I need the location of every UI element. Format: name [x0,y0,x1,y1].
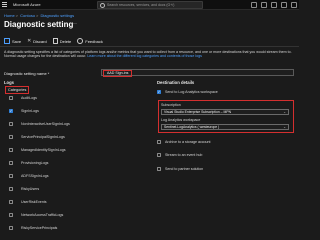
checkbox[interactable] [157,140,161,144]
checkbox[interactable] [9,122,13,126]
log-category-item[interactable]: AuditLogs [9,95,37,101]
delete-button[interactable]: Delete [52,38,72,44]
checkbox[interactable] [157,167,161,171]
checkbox[interactable] [9,174,13,178]
setting-name-label: Diagnostic setting name * [4,71,50,76]
subscription-value: Visual Studio Enterprise Subscription – … [164,110,232,114]
log-category-label: ServicePrincipalSignInLogs [21,135,65,139]
checkbox[interactable] [9,96,13,100]
log-category-label: NonInteractiveUserSignInLogs [21,122,70,126]
categories-heading: Categories [5,86,30,94]
checkbox[interactable] [9,161,13,165]
checkbox[interactable] [9,213,13,217]
feedback-button[interactable]: Feedback [77,38,103,44]
checkbox[interactable] [9,187,13,191]
global-search-input[interactable]: Search resources, services, and docs (G+… [97,1,203,9]
log-category-label: RiskyServicePrincipals [21,226,58,230]
feedback-icon [77,38,84,44]
command-bar: Save ✕ Discard Delete Feedback [4,38,103,44]
delete-label: Delete [59,38,72,44]
notifications-icon[interactable] [261,2,267,8]
save-button[interactable]: Save [4,38,21,44]
page-title: Diagnostic setting [4,20,74,29]
workspace-label: Log Analytics workspace [161,118,201,122]
setting-name-value: AAD Sign-ins [103,70,133,77]
more-options-icon[interactable]: ··· [71,21,77,27]
account-icon[interactable] [291,2,297,8]
help-icon[interactable] [281,2,287,8]
feedback-label: Feedback [85,38,103,44]
log-category-label: ADFSSignInLogs [21,174,49,178]
discard-label: Discard [33,38,47,44]
log-category-item[interactable]: NetworkAccessTrafficLogs [9,212,63,218]
subscription-dropdown[interactable]: Visual Studio Enterprise Subscription – … [161,109,289,115]
setting-name-input[interactable]: AAD Sign-ins [101,69,294,77]
checkbox[interactable] [9,226,13,230]
send-to-log-analytics-option[interactable]: Send to Log Analytics workspace [157,89,218,95]
checkbox[interactable] [9,135,13,139]
top-bar: Microsoft Azure Search resources, servic… [0,0,299,10]
menu-icon[interactable] [2,0,10,9]
log-category-label: AuditLogs [21,96,37,100]
discard-button[interactable]: ✕ Discard [27,39,47,44]
chevron-down-icon: ⌄ [283,125,286,129]
log-category-item[interactable]: NonInteractiveUserSignInLogs [9,121,70,127]
log-category-label: ManagedIdentitySignInLogs [21,148,66,152]
log-category-item[interactable]: RiskyServicePrincipals [9,225,57,231]
log-category-item[interactable]: SignInLogs [9,108,39,114]
checkbox[interactable] [9,148,13,152]
stream-to-event-hub-option[interactable]: Stream to an event hub [157,152,202,158]
log-category-label: UserRiskEvents [21,200,47,204]
search-icon [100,2,105,8]
checkbox[interactable] [9,200,13,204]
log-category-item[interactable]: ServicePrincipalSignInLogs [9,134,65,140]
brand-name[interactable]: Microsoft Azure [13,2,41,7]
save-icon [4,38,10,44]
search-placeholder: Search resources, services, and docs (G+… [107,3,175,7]
log-category-label: ProvisioningLogs [21,161,49,165]
workspace-dropdown[interactable]: Sentinel-LogAnalytics ( westeurope ) ⌄ [161,124,289,130]
subscription-label: Subscription [161,103,181,107]
log-category-label: NetworkAccessTrafficLogs [21,213,64,217]
settings-icon[interactable] [271,2,277,8]
checkbox[interactable] [9,109,13,113]
logs-heading: Logs [4,80,15,85]
breadcrumb-diagnostic-settings[interactable]: Diagnostic settings [41,13,75,18]
breadcrumb-contoso[interactable]: Contoso [20,13,35,18]
log-category-item[interactable]: RiskyUsers [9,186,39,192]
checkbox[interactable] [157,153,161,157]
checkbox[interactable] [157,90,161,94]
toolbar-divider [0,46,299,47]
description: A diagnostic setting specifies a list of… [4,50,296,59]
log-category-item[interactable]: UserRiskEvents [9,199,47,205]
log-category-label: RiskyUsers [21,187,40,191]
cloud-shell-icon[interactable] [251,2,257,8]
breadcrumb-home[interactable]: Home [4,13,15,18]
save-label: Save [12,38,22,44]
log-category-item[interactable]: ManagedIdentitySignInLogs [9,147,66,153]
chevron-down-icon: ⌄ [283,110,286,114]
learn-more-link[interactable]: Learn more about the different log categ… [87,54,202,58]
log-category-label: SignInLogs [21,109,39,113]
breadcrumb: Home> Contoso> Diagnostic settings [4,13,75,18]
workspace-settings-group: Subscription Visual Studio Enterprise Su… [158,100,294,133]
destination-heading: Destination details [157,80,195,85]
send-to-partner-label: Send to partner solution [165,167,204,171]
stream-to-event-hub-label: Stream to an event hub [165,153,203,157]
trash-icon [52,38,58,44]
send-to-partner-option[interactable]: Send to partner solution [157,166,203,172]
log-category-item[interactable]: ProvisioningLogs [9,160,48,166]
top-bar-icons [251,2,297,8]
send-to-log-analytics-label: Send to Log Analytics workspace [165,90,218,94]
workspace-value: Sentinel-LogAnalytics ( westeurope ) [164,125,220,129]
discard-icon: ✕ [27,38,32,44]
log-category-item[interactable]: ADFSSignInLogs [9,173,49,179]
archive-to-storage-label: Archive to a storage account [165,140,211,144]
archive-to-storage-option[interactable]: Archive to a storage account [157,139,211,145]
